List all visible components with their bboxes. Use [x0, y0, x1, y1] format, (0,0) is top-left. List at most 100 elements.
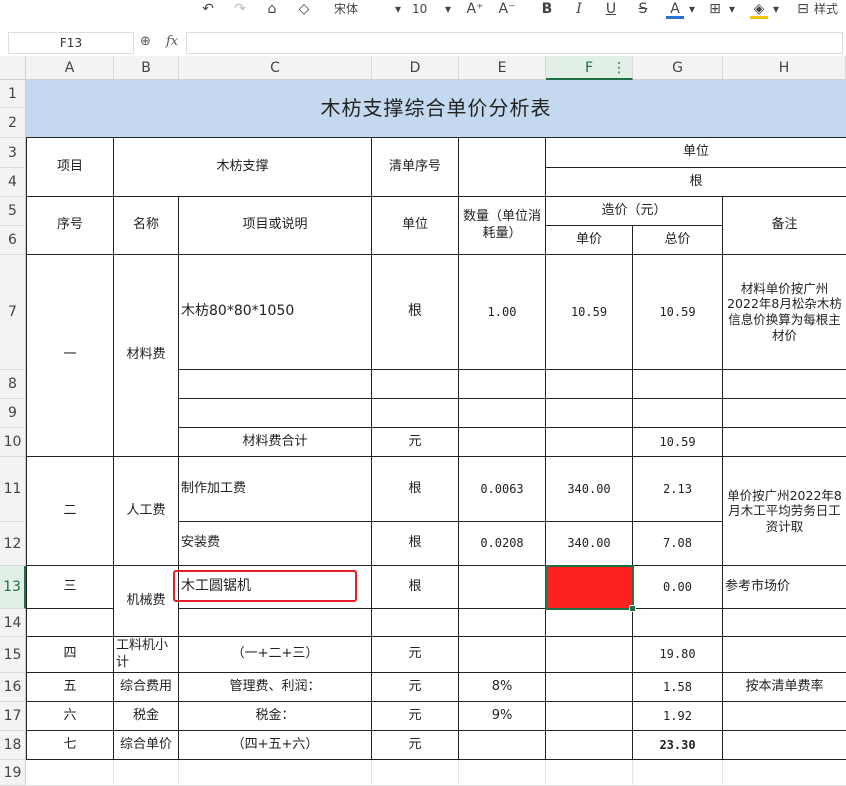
empty-cell[interactable]: [546, 637, 633, 673]
name-box[interactable]: F13: [8, 32, 134, 54]
formula-input[interactable]: [186, 32, 843, 54]
chevron-down-icon[interactable]: ▾: [770, 0, 782, 20]
labor-total-1[interactable]: 2.13: [633, 457, 723, 522]
row-header-2[interactable]: 2: [0, 108, 26, 138]
labor-qty-2[interactable]: 0.0208: [459, 522, 546, 566]
overhead-total[interactable]: 1.58: [633, 673, 723, 702]
row-header-13[interactable]: 13: [0, 566, 26, 609]
row-header-11[interactable]: 11: [0, 457, 26, 522]
material-subtotal-label[interactable]: 材料费合计: [179, 428, 372, 457]
tax-total[interactable]: 1.92: [633, 702, 723, 731]
composite-unit[interactable]: 元: [372, 731, 459, 760]
header-unit-value[interactable]: 根: [546, 168, 846, 197]
header-desc[interactable]: 项目或说明: [179, 197, 372, 255]
increase-font-icon[interactable]: A⁺: [464, 0, 486, 20]
empty-cell[interactable]: [546, 702, 633, 731]
labor-total-2[interactable]: 7.08: [633, 522, 723, 566]
machine-seq[interactable]: 三: [26, 566, 114, 609]
empty-cell[interactable]: [372, 609, 459, 637]
font-name-select[interactable]: 宋体: [334, 0, 394, 20]
row-header-10[interactable]: 10: [0, 428, 26, 457]
overhead-seq[interactable]: 五: [26, 673, 114, 702]
material-seq[interactable]: 一: [26, 255, 114, 457]
header-blank[interactable]: [459, 138, 546, 197]
labor-unit-2[interactable]: 根: [372, 522, 459, 566]
tax-seq[interactable]: 六: [26, 702, 114, 731]
labor-desc-1[interactable]: 制作加工费: [179, 457, 372, 522]
row-header-7[interactable]: 7: [0, 255, 26, 370]
composite-name[interactable]: 综合单价: [114, 731, 179, 760]
empty-cell[interactable]: [179, 399, 372, 428]
border-icon[interactable]: ⊞: [706, 0, 724, 20]
column-header-e[interactable]: E: [459, 56, 546, 80]
column-header-c[interactable]: C: [179, 56, 372, 80]
material-price[interactable]: 10.59: [546, 255, 633, 370]
empty-cell[interactable]: [546, 673, 633, 702]
strikethrough-icon[interactable]: S: [634, 0, 652, 20]
column-header-a[interactable]: A: [26, 56, 114, 80]
tax-rate[interactable]: 9%: [459, 702, 546, 731]
chevron-down-icon[interactable]: ▾: [726, 0, 738, 20]
select-all-corner[interactable]: [0, 56, 26, 80]
material-desc[interactable]: 木枋80*80*1050: [179, 255, 372, 370]
labor-remark[interactable]: 单价按广州2022年8月木工平均劳务日工资计取: [723, 457, 846, 566]
header-unit[interactable]: 单位: [372, 197, 459, 255]
composite-desc[interactable]: （四+五+六）: [179, 731, 372, 760]
material-subtotal-unit[interactable]: 元: [372, 428, 459, 457]
header-item-value[interactable]: 木枋支撑: [114, 138, 372, 197]
machine-total[interactable]: 0.00: [633, 566, 723, 609]
header-unit-top[interactable]: 单位: [546, 138, 846, 168]
material-unit[interactable]: 根: [372, 255, 459, 370]
subtotal-total[interactable]: 19.80: [633, 637, 723, 673]
format-painter-icon[interactable]: ⌂: [262, 0, 282, 20]
empty-cell[interactable]: [459, 609, 546, 637]
composite-seq[interactable]: 七: [26, 731, 114, 760]
tax-unit[interactable]: 元: [372, 702, 459, 731]
empty-cell[interactable]: [633, 370, 723, 399]
empty-cell[interactable]: [723, 702, 846, 731]
header-item[interactable]: 项目: [26, 138, 114, 197]
table-style-icon[interactable]: ⊟: [794, 0, 812, 20]
column-menu-icon[interactable]: ⋮: [612, 56, 626, 80]
column-header-d[interactable]: D: [372, 56, 459, 80]
empty-cell[interactable]: [723, 370, 846, 399]
column-header-h[interactable]: H: [723, 56, 846, 80]
machine-unit[interactable]: 根: [372, 566, 459, 609]
subtotal-desc[interactable]: （一+二+三）: [179, 637, 372, 673]
empty-cell[interactable]: [633, 399, 723, 428]
empty-cell[interactable]: [546, 609, 633, 637]
overhead-rate[interactable]: 8%: [459, 673, 546, 702]
empty-cell[interactable]: [546, 399, 633, 428]
empty-cell[interactable]: [372, 399, 459, 428]
row-header-17[interactable]: 17: [0, 702, 26, 731]
fill-handle[interactable]: [629, 605, 636, 612]
row-header-5[interactable]: 5: [0, 197, 26, 226]
row-header-19[interactable]: 19: [0, 760, 26, 786]
composite-total[interactable]: 23.30: [633, 731, 723, 760]
labor-price-2[interactable]: 340.00: [546, 522, 633, 566]
labor-unit-1[interactable]: 根: [372, 457, 459, 522]
row-header-1[interactable]: 1: [0, 80, 26, 108]
row-header-18[interactable]: 18: [0, 731, 26, 760]
bold-icon[interactable]: B: [538, 0, 556, 20]
empty-cell[interactable]: [26, 609, 114, 637]
sheet-title[interactable]: 木枋支撑综合单价分析表: [26, 80, 846, 138]
machine-qty[interactable]: [459, 566, 546, 609]
column-header-f[interactable]: F ⋮: [546, 56, 633, 80]
labor-desc-2[interactable]: 安装费: [179, 522, 372, 566]
header-remark[interactable]: 备注: [723, 197, 846, 255]
labor-name[interactable]: 人工费: [114, 457, 179, 566]
header-cost[interactable]: 造价（元）: [546, 197, 723, 226]
material-qty[interactable]: 1.00: [459, 255, 546, 370]
overhead-remark[interactable]: 按本清单费率: [723, 673, 846, 702]
fill-color-icon[interactable]: ◈: [750, 0, 768, 19]
header-total[interactable]: 总价: [633, 226, 723, 255]
zoom-icon[interactable]: ⊕: [140, 32, 151, 52]
machine-desc[interactable]: 木工圆锯机: [179, 566, 372, 609]
empty-cell[interactable]: [723, 428, 846, 457]
material-subtotal-total[interactable]: 10.59: [633, 428, 723, 457]
machine-name[interactable]: 机械费: [114, 566, 179, 637]
row-header-4[interactable]: 4: [0, 168, 26, 197]
material-name[interactable]: 材料费: [114, 255, 179, 457]
labor-seq[interactable]: 二: [26, 457, 114, 566]
